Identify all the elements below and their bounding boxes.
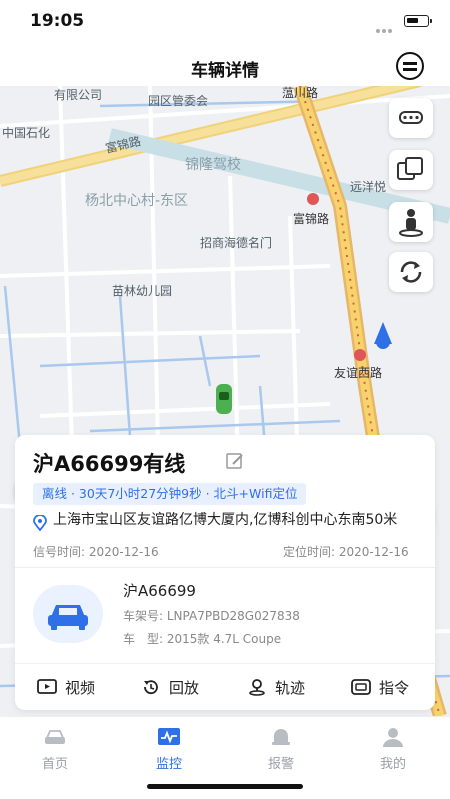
status-bar: 19:05	[0, 0, 450, 52]
replay-icon	[144, 680, 158, 695]
command-icon	[351, 679, 371, 695]
street-view-button[interactable]	[389, 202, 433, 242]
map-label: 远洋悦	[350, 180, 387, 194]
video-icon	[37, 679, 57, 694]
vehicle-address: 上海市宝山区友谊路亿博大厦内,亿博科创中心东南50米	[53, 512, 398, 528]
map-label: 园区管委会	[148, 94, 209, 108]
location-pin-icon	[33, 515, 47, 531]
bell-icon	[272, 729, 290, 745]
vehicle-vin: 车架号: LNPA7PBD28G027838	[123, 609, 300, 623]
map-label: 杨北中心村-东区	[85, 193, 189, 209]
track-label: 轨迹	[275, 678, 306, 697]
layers-button[interactable]	[389, 150, 433, 190]
vehicle-title: 沪A66699有线	[33, 452, 186, 476]
map-label: 锦隆驾校	[185, 157, 241, 173]
map-label: 友谊西路	[334, 366, 383, 380]
map-label: 招商海德名门	[200, 236, 273, 250]
tab-label: 我的	[379, 757, 406, 772]
vehicle-image	[33, 585, 103, 643]
monitor-icon	[158, 728, 180, 745]
track-button[interactable]: 轨迹	[247, 673, 305, 701]
tab-monitor[interactable]: 监控	[124, 723, 214, 773]
vehicle-plate: 沪A66699	[123, 582, 196, 600]
street-view-icon	[399, 209, 423, 237]
switch-icon[interactable]	[396, 52, 424, 80]
map-label: 有限公司	[54, 88, 103, 102]
user-icon	[383, 728, 403, 747]
tab-label: 报警	[267, 757, 294, 772]
signal-dots-icon	[376, 18, 398, 52]
replay-label: 回放	[169, 678, 200, 697]
car-icon	[48, 605, 88, 630]
divider	[15, 567, 435, 568]
signal-time: 信号时间: 2020-12-16	[33, 545, 159, 559]
layers-icon	[397, 157, 423, 180]
nav-bar: 车辆详情	[0, 44, 450, 86]
track-icon	[249, 679, 265, 696]
replay-button[interactable]: 回放	[141, 673, 199, 701]
video-button[interactable]: 视频	[37, 673, 95, 701]
tab-home[interactable]: 首页	[10, 723, 100, 773]
battery-icon	[404, 15, 432, 27]
refresh-button[interactable]	[389, 252, 433, 292]
status-badge: 离线 · 30天7小时27分钟9秒 · 北斗+Wifi定位	[33, 483, 307, 505]
command-button[interactable]: 指令	[351, 673, 409, 701]
car-icon	[45, 730, 65, 744]
map-label: 中国石化	[2, 126, 51, 140]
refresh-icon	[400, 261, 422, 283]
position-time: 定位时间: 2020-12-16	[283, 545, 409, 559]
tab-alarm[interactable]: 报警	[236, 723, 326, 773]
page-title: 车辆详情	[191, 61, 259, 81]
command-label: 指令	[379, 678, 410, 697]
divider	[15, 663, 435, 664]
more-button[interactable]	[389, 98, 433, 138]
tab-mine[interactable]: 我的	[348, 723, 438, 773]
vehicle-card: 沪A66699有线 离线 · 30天7小时27分钟9秒 · 北斗+Wifi定位 …	[15, 435, 435, 710]
map-label: 蕰川路	[282, 86, 319, 100]
tab-label: 监控	[155, 757, 182, 772]
map-label: 苗林幼儿园	[112, 284, 173, 298]
video-label: 视频	[65, 678, 96, 697]
edit-icon[interactable]	[225, 451, 245, 471]
map-label: 富锦路	[293, 212, 330, 226]
home-indicator	[147, 784, 303, 789]
vehicle-model: 车 型: 2015款 4.7L Coupe	[123, 632, 282, 646]
status-time: 19:05	[30, 11, 85, 31]
tab-label: 首页	[41, 757, 68, 772]
more-icon	[399, 111, 423, 124]
